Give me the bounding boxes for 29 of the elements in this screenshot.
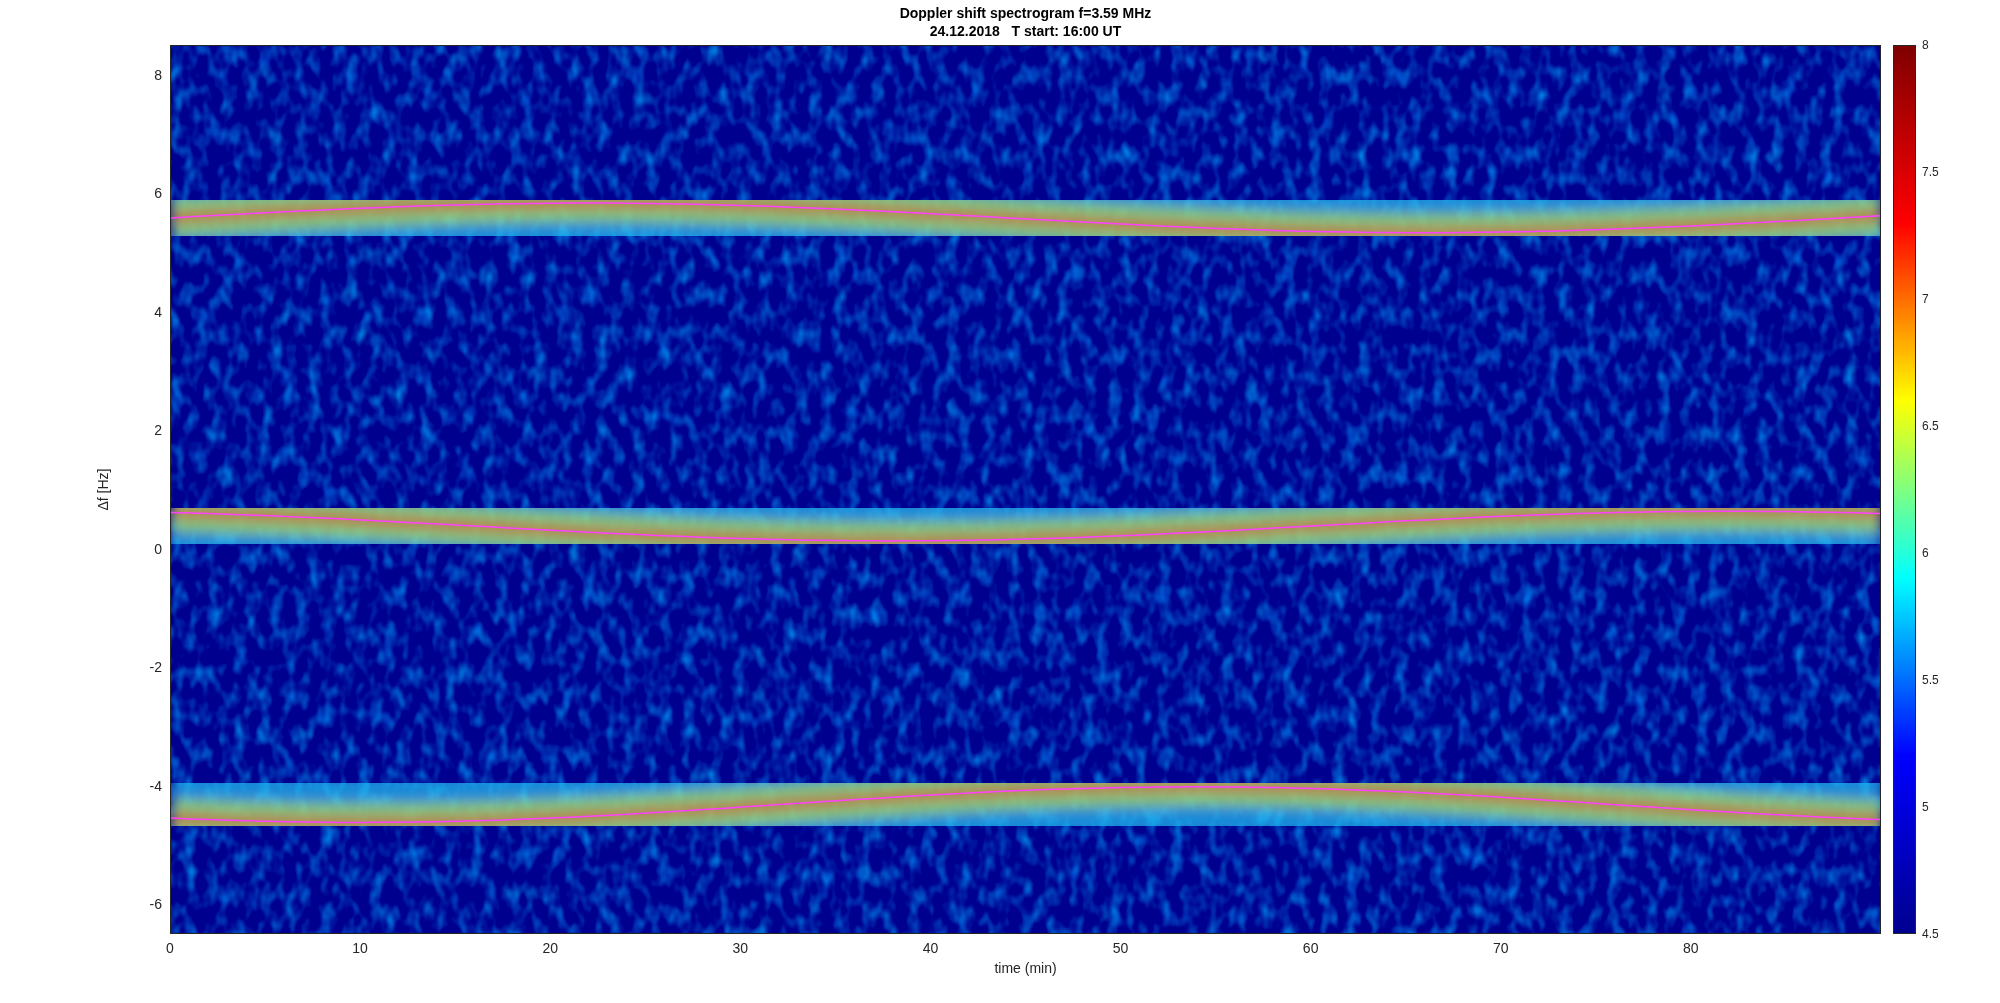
y-tick-label: 0 [154, 540, 162, 557]
x-tick-label: 10 [352, 940, 368, 956]
x-tick-label: 50 [1112, 940, 1129, 956]
x-tick-label: 60 [1302, 940, 1319, 956]
x-tick-label: 80 [1683, 940, 1699, 956]
y-tick-label: -2 [149, 659, 162, 676]
chart-subtitle: 24.12.2018 T start: 16:00 UT [929, 22, 1122, 40]
x-axis-label: time (min) [994, 960, 1057, 976]
y-tick-label: -6 [149, 896, 162, 913]
y-tick-label: 4 [154, 303, 162, 320]
x-tick-label: 40 [922, 940, 939, 956]
y-tick-label: 6 [154, 185, 162, 202]
colorbar-tick-label: 6.5 [1922, 419, 1939, 433]
y-tick-label: 8 [154, 66, 162, 83]
chart-title: Doppler shift spectrogram f=3.59 MHz [899, 4, 1152, 22]
x-tick-label: 30 [732, 940, 749, 956]
colorbar-tick-label: 7 [1922, 292, 1929, 306]
colorbar-tick-label: 8 [1922, 38, 1929, 52]
colorbar-tick-label: 5.5 [1922, 673, 1939, 687]
x-tick-label: 20 [542, 940, 558, 956]
x-tick-label: 0 [166, 940, 174, 956]
y-axis-label: Δf [Hz] [93, 468, 112, 511]
colorbar-tick-label: 6 [1922, 546, 1929, 560]
y-tick-label: 2 [154, 422, 162, 439]
colorbar-tick-label: 7.5 [1922, 165, 1939, 179]
y-tick-label: -4 [149, 777, 162, 794]
colorbar-tick-label: 5 [1922, 800, 1929, 814]
colorbar-tick-label: 4.5 [1922, 927, 1939, 941]
x-tick-label: 70 [1493, 940, 1509, 956]
